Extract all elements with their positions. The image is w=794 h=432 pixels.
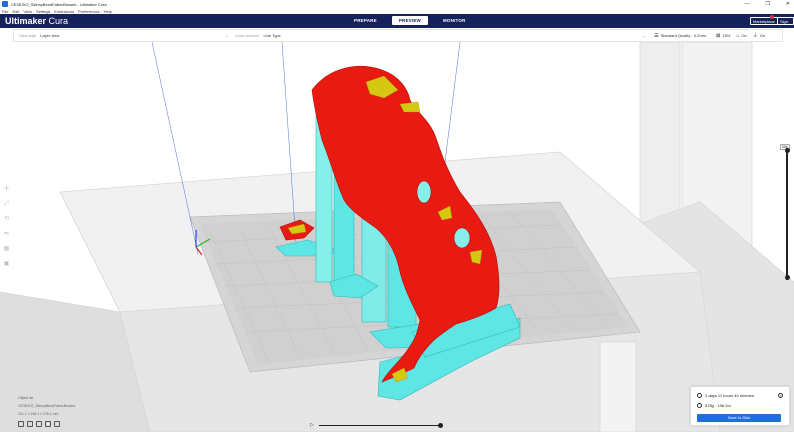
- menu-preferences[interactable]: Preferences: [78, 9, 100, 14]
- rotate-icon[interactable]: ⟲: [3, 216, 10, 223]
- window-titlebar: CE3E3V2_SkinnyBendFabricBosses - Ultimak…: [0, 0, 794, 8]
- layer-slider-bottom-handle[interactable]: [784, 275, 790, 280]
- tab-prepare[interactable]: PREPARE: [347, 16, 384, 25]
- tab-preview[interactable]: PREVIEW: [391, 16, 428, 25]
- material-usage: 578g · 196.2m: [705, 403, 731, 408]
- print-settings-quality[interactable]: Standard Quality - 0.2mm: [661, 33, 707, 38]
- adhesion-icon: ⏚: [752, 33, 758, 39]
- object-dimensions: 221.1 x 198.1 x 276.1 mm: [18, 412, 59, 416]
- menu-help[interactable]: Help: [104, 9, 112, 14]
- object-info-panel: Object list CE3E3V2_SkinnyBendFabricBoss…: [18, 394, 75, 418]
- close-icon[interactable]: ✕: [786, 1, 790, 7]
- view-toolbar: View type Layer view ⌄ Color scheme Line…: [13, 29, 783, 42]
- maximize-icon[interactable]: ❐: [765, 1, 769, 7]
- cura-app-icon: [2, 1, 8, 7]
- spool-icon: [697, 403, 702, 408]
- support-icon: ⌂: [736, 32, 740, 39]
- layer-slider-top-handle[interactable]: [784, 148, 790, 153]
- app-logo: Ultimaker Cura: [5, 16, 68, 26]
- scene-render: [0, 42, 794, 432]
- color-scheme-select[interactable]: Line Type: [263, 33, 280, 38]
- playback-track[interactable]: [319, 424, 441, 426]
- print-time: 2 days 11 hours 40 minutes: [705, 393, 754, 398]
- play-icon[interactable]: ▷: [310, 422, 314, 428]
- menu-file[interactable]: File: [2, 9, 8, 14]
- minimize-icon[interactable]: —: [744, 1, 749, 7]
- marketplace-notification-badge: [770, 15, 774, 19]
- view-orientation-buttons: [18, 421, 60, 427]
- save-to-disk-button[interactable]: Save to Disk: [697, 414, 781, 422]
- move-icon[interactable]: ✛: [3, 186, 10, 193]
- view-type-label: View type: [19, 33, 37, 38]
- layer-slider[interactable]: [784, 148, 790, 280]
- clock-icon: [697, 393, 702, 398]
- quality-icon: ☰: [654, 32, 659, 39]
- menu-extensions[interactable]: Extensions: [54, 9, 74, 14]
- stage-tabs: PREPARE PREVIEW MONITOR: [347, 16, 473, 25]
- layer-playback: ▷: [310, 422, 444, 428]
- sign-in-button[interactable]: Sign in: [777, 17, 794, 31]
- 3d-view-icon[interactable]: [18, 421, 24, 427]
- playback-handle[interactable]: [438, 422, 443, 428]
- print-information-panel: 2 days 11 hours 40 minutes i 578g · 196.…: [690, 386, 790, 426]
- 3d-viewport[interactable]: ✛ ⤢ ⟲ ⇋ ▦ ▣: [0, 42, 794, 432]
- object-list-heading[interactable]: Object list: [18, 394, 75, 402]
- layer-slider-track[interactable]: [786, 148, 788, 280]
- app-header: Ultimaker Cura PREPARE PREVIEW MONITOR M…: [0, 14, 794, 31]
- brand-main: Ultimaker: [5, 16, 47, 26]
- brand-sub: Cura: [48, 16, 69, 26]
- window-controls: — ❐ ✕: [744, 0, 790, 8]
- view-type-select[interactable]: Layer view: [40, 33, 59, 38]
- front-view-icon[interactable]: [27, 421, 33, 427]
- per-model-settings-icon[interactable]: ▦: [3, 246, 10, 253]
- tab-monitor[interactable]: MONITOR: [436, 16, 473, 25]
- infill-icon: ⊠: [716, 32, 721, 39]
- menu-settings[interactable]: Settings: [36, 9, 50, 14]
- object-filename: CE3E3V2_SkinnyBendFabricBosses: [18, 404, 76, 408]
- chevron-down-icon[interactable]: ⌄: [643, 33, 646, 38]
- support-value[interactable]: On: [741, 33, 746, 38]
- color-scheme-label: Color scheme: [234, 33, 260, 38]
- infill-value[interactable]: 15%: [722, 33, 730, 38]
- support-blocker-icon[interactable]: ▣: [3, 261, 10, 268]
- mirror-icon[interactable]: ⇋: [3, 231, 10, 238]
- left-view-icon[interactable]: [45, 421, 51, 427]
- menu-edit[interactable]: Edit: [12, 9, 19, 14]
- transform-tools: ✛ ⤢ ⟲ ⇋ ▦ ▣: [3, 186, 10, 268]
- window-title: CE3E3V2_SkinnyBendFabricBosses - Ultimak…: [11, 1, 107, 7]
- right-view-icon[interactable]: [54, 421, 60, 427]
- chevron-down-icon[interactable]: ⌄: [225, 33, 228, 38]
- scale-icon[interactable]: ⤢: [3, 201, 10, 208]
- info-icon[interactable]: i: [778, 393, 783, 398]
- adhesion-value[interactable]: On: [760, 33, 765, 38]
- marketplace-button[interactable]: Marketplace: [750, 17, 778, 25]
- top-view-icon[interactable]: [36, 421, 42, 427]
- menu-view[interactable]: View: [23, 9, 32, 14]
